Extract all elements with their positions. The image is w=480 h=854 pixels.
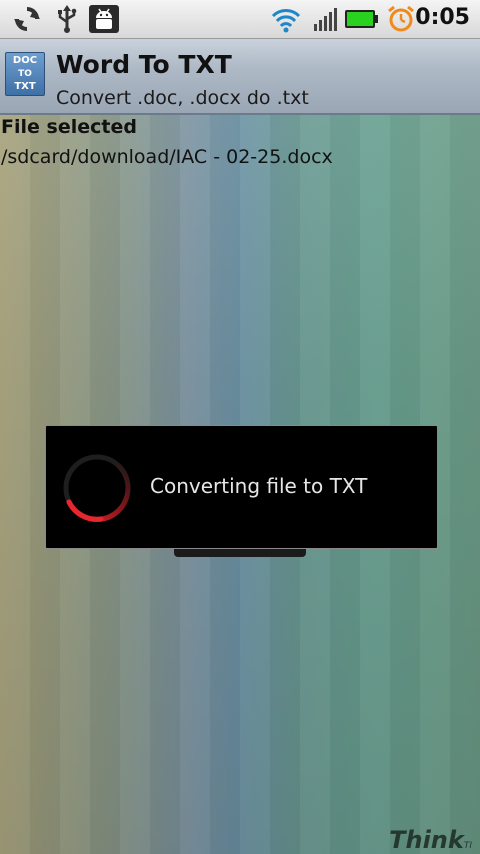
file-selected-label: File selected <box>1 116 137 138</box>
watermark-suffix: TI <box>463 841 472 851</box>
progress-dialog: Converting file to TXT <box>45 425 438 549</box>
app-logo-icon: DOC TO TXT <box>5 52 45 96</box>
watermark-text: Think <box>389 826 464 854</box>
app-logo-line-3: TXT <box>14 81 36 92</box>
alarm-icon <box>388 5 414 32</box>
sync-icon <box>14 7 40 31</box>
wifi-icon <box>271 9 301 33</box>
app-title-bar: DOC TO TXT Word To TXT Convert .doc, .do… <box>0 39 480 115</box>
dialog-message: Converting file to TXT <box>150 474 368 498</box>
status-time: 0:05 <box>415 5 470 30</box>
screen: 0:05 DOC TO TXT Word To TXT Convert .doc… <box>0 0 480 854</box>
app-logo-line-1: DOC <box>12 55 38 66</box>
watermark-logo: ThinkTI <box>389 826 472 854</box>
status-bar[interactable]: 0:05 <box>0 0 480 39</box>
app-subtitle: Convert .doc, .docx do .txt <box>56 87 309 109</box>
app-logo-line-2: TO <box>18 69 32 79</box>
usb-icon <box>58 5 77 33</box>
android-debug-icon <box>89 5 119 33</box>
progress-spinner <box>63 454 131 523</box>
file-path: /sdcard/download/IAC - 02-25.docx <box>1 146 333 168</box>
battery-icon <box>345 10 378 28</box>
app-title: Word To TXT <box>56 50 232 79</box>
signal-icon <box>314 8 337 31</box>
